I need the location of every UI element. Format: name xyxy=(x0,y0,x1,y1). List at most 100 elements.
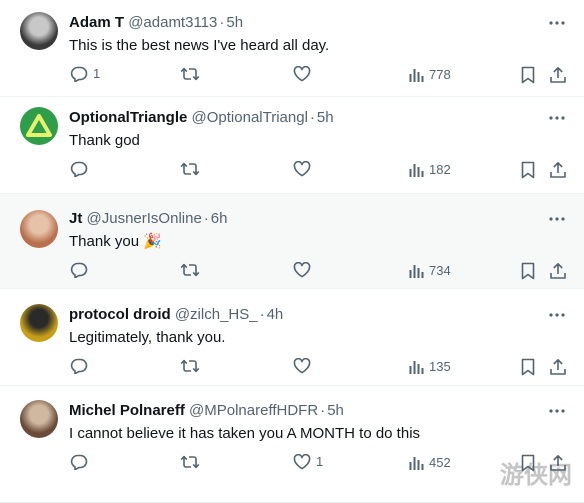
share-icon xyxy=(549,262,567,280)
avatar[interactable] xyxy=(20,12,58,50)
share-icon xyxy=(549,358,567,376)
user-handle[interactable]: @JusnerIsOnline xyxy=(87,210,202,227)
tweet-header: OptionalTriangle @OptionalTriangl · 5h xyxy=(69,109,334,127)
views-count: 778 xyxy=(429,67,451,82)
bookmark-button[interactable] xyxy=(520,66,536,84)
bookmark-icon xyxy=(520,454,536,472)
like-button[interactable] xyxy=(293,161,311,177)
reply-button[interactable] xyxy=(70,358,88,374)
reply-count: 1 xyxy=(93,66,101,81)
display-name[interactable]: protocol droid xyxy=(69,306,171,323)
reply-button[interactable] xyxy=(70,262,88,278)
retweet-button[interactable] xyxy=(180,161,200,177)
display-name[interactable]: Adam T xyxy=(69,14,124,31)
tweet-text-content: Thank god xyxy=(69,132,140,149)
bookmark-button[interactable] xyxy=(520,161,536,179)
display-name[interactable]: OptionalTriangle xyxy=(69,109,187,126)
separator: · xyxy=(309,109,315,126)
views-chart-icon xyxy=(408,455,424,471)
separator: · xyxy=(259,306,265,323)
share-button[interactable] xyxy=(549,161,567,179)
bookmark-icon xyxy=(520,262,536,280)
reply-button[interactable]: 1 xyxy=(70,66,100,82)
tweet-text-content: This is the best news I've heard all day… xyxy=(69,37,330,54)
separator: · xyxy=(320,402,326,419)
more-options-icon[interactable] xyxy=(547,15,567,31)
views-button[interactable]: 778 xyxy=(408,67,451,83)
retweet-icon xyxy=(180,66,200,82)
timestamp[interactable]: 4h xyxy=(267,306,284,323)
views-chart-icon xyxy=(408,263,424,279)
heart-icon xyxy=(293,454,311,470)
views-count: 182 xyxy=(429,162,451,177)
separator: · xyxy=(203,210,209,227)
like-button[interactable] xyxy=(293,358,311,374)
reply-button[interactable] xyxy=(70,161,88,177)
reply-icon xyxy=(70,262,88,278)
tweet-text: Thank you 🎉 xyxy=(69,232,162,251)
user-handle[interactable]: @MPolnareffHDFR xyxy=(189,402,318,419)
timestamp[interactable]: 5h xyxy=(226,14,243,31)
retweet-button[interactable] xyxy=(180,454,200,470)
retweet-icon xyxy=(180,454,200,470)
retweet-button[interactable] xyxy=(180,358,200,374)
tweet-text-content: Thank you xyxy=(69,233,140,250)
views-button[interactable]: 734 xyxy=(408,263,451,279)
retweet-button[interactable] xyxy=(180,262,200,278)
more-options-icon[interactable] xyxy=(547,110,567,126)
like-button[interactable] xyxy=(293,262,311,278)
like-button[interactable]: 1 xyxy=(293,454,323,470)
reply-icon xyxy=(70,358,88,374)
retweet-icon xyxy=(180,358,200,374)
share-button[interactable] xyxy=(549,262,567,280)
views-chart-icon xyxy=(408,67,424,83)
bookmark-button[interactable] xyxy=(520,454,536,472)
more-options-icon[interactable] xyxy=(547,403,567,419)
timestamp[interactable]: 5h xyxy=(317,109,334,126)
tweet-text-content: I cannot believe it has taken you A MONT… xyxy=(69,425,421,442)
party-popper-icon: 🎉 xyxy=(143,233,162,250)
reply-icon xyxy=(70,161,88,177)
avatar[interactable] xyxy=(20,210,58,248)
views-count: 452 xyxy=(429,455,451,470)
bookmark-button[interactable] xyxy=(520,262,536,280)
share-icon xyxy=(549,66,567,84)
views-count: 135 xyxy=(429,359,451,374)
tweet-header: Adam T @adamt3113 · 5h xyxy=(69,14,243,32)
user-handle[interactable]: @zilch_HS_ xyxy=(175,306,258,323)
user-handle[interactable]: @OptionalTriangl xyxy=(192,109,308,126)
heart-icon xyxy=(293,66,311,82)
tweet-header: Jt @JusnerIsOnline · 6h xyxy=(69,210,227,228)
bookmark-button[interactable] xyxy=(520,358,536,376)
more-options-icon[interactable] xyxy=(547,307,567,323)
share-icon xyxy=(549,161,567,179)
user-handle[interactable]: @adamt3113 xyxy=(128,14,217,31)
display-name[interactable]: Jt xyxy=(69,210,82,227)
more-options-icon[interactable] xyxy=(547,211,567,227)
retweet-icon xyxy=(180,161,200,177)
views-button[interactable]: 135 xyxy=(408,359,451,375)
tweet-header: Michel Polnareff @MPolnareffHDFR · 5h xyxy=(69,402,344,420)
avatar[interactable] xyxy=(20,304,58,342)
display-name[interactable]: Michel Polnareff xyxy=(69,402,185,419)
triangle-logo-icon xyxy=(26,114,52,137)
views-button[interactable]: 182 xyxy=(408,162,451,178)
share-button[interactable] xyxy=(549,358,567,376)
timestamp[interactable]: 6h xyxy=(211,210,228,227)
share-button[interactable] xyxy=(549,454,567,472)
avatar[interactable] xyxy=(20,400,58,438)
avatar[interactable] xyxy=(20,107,58,145)
share-button[interactable] xyxy=(549,66,567,84)
retweet-button[interactable] xyxy=(180,66,200,82)
timestamp[interactable]: 5h xyxy=(327,402,344,419)
views-chart-icon xyxy=(408,359,424,375)
bookmark-icon xyxy=(520,161,536,179)
like-button[interactable] xyxy=(293,66,311,82)
reply-icon xyxy=(70,66,88,82)
heart-icon xyxy=(293,262,311,278)
tweet-text: Thank god xyxy=(69,131,140,150)
share-icon xyxy=(549,454,567,472)
reply-button[interactable] xyxy=(70,454,88,470)
views-button[interactable]: 452 xyxy=(408,455,451,471)
views-count: 734 xyxy=(429,263,451,278)
